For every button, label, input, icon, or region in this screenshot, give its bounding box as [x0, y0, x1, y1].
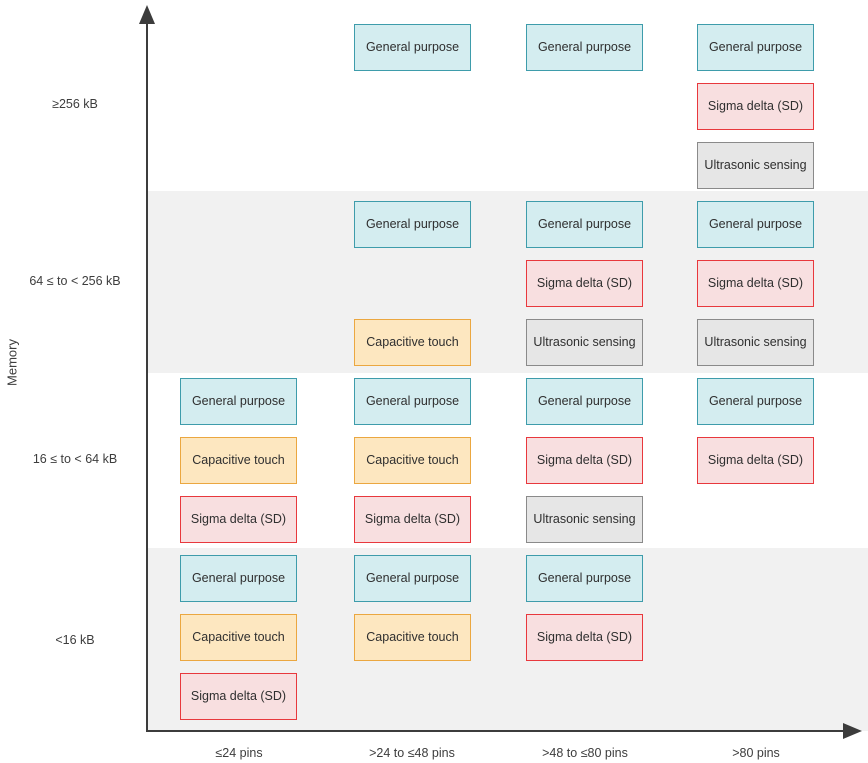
cell-box-general: General purpose — [697, 378, 814, 425]
cell-box-label: General purpose — [708, 393, 803, 408]
y-tick-label-1: 64 ≤ to < 256 kB — [29, 274, 121, 288]
cell-box-general: General purpose — [354, 24, 471, 71]
cell-box-label: General purpose — [365, 570, 460, 585]
cell-box-label: Sigma delta (SD) — [364, 511, 461, 526]
cell-box-captouch: Capacitive touch — [354, 614, 471, 661]
cell-box-general: General purpose — [526, 24, 643, 71]
cell-box-general: General purpose — [354, 201, 471, 248]
y-axis-line — [146, 22, 148, 732]
cell-box-label: General purpose — [537, 393, 632, 408]
x-tick-label-0: ≤24 pins — [215, 746, 263, 760]
cell-box-general: General purpose — [180, 378, 297, 425]
cell-box-ultra: Ultrasonic sensing — [697, 319, 814, 366]
cell-box-label: General purpose — [537, 570, 632, 585]
cell-box-label: General purpose — [365, 216, 460, 231]
cell-box-general: General purpose — [180, 555, 297, 602]
cell-box-label: General purpose — [537, 216, 632, 231]
cell-box-sigma: Sigma delta (SD) — [180, 673, 297, 720]
cell-box-ultra: Ultrasonic sensing — [697, 142, 814, 189]
cell-box-general: General purpose — [697, 201, 814, 248]
y-axis-title: Memory — [4, 339, 20, 386]
cell-box-label: Ultrasonic sensing — [533, 334, 636, 349]
cell-box-captouch: Capacitive touch — [180, 437, 297, 484]
cell-box-general: General purpose — [526, 555, 643, 602]
cell-box-sigma: Sigma delta (SD) — [180, 496, 297, 543]
cell-box-sigma: Sigma delta (SD) — [526, 614, 643, 661]
cell-box-label: Sigma delta (SD) — [536, 275, 633, 290]
cell-box-label: Sigma delta (SD) — [190, 688, 287, 703]
cell-box-sigma: Sigma delta (SD) — [354, 496, 471, 543]
cell-box-label: Capacitive touch — [192, 452, 285, 467]
cell-box-label: Ultrasonic sensing — [704, 157, 807, 172]
cell-box-captouch: Capacitive touch — [180, 614, 297, 661]
y-axis-arrow-icon — [139, 5, 155, 24]
x-axis-arrow-icon — [843, 723, 862, 739]
cell-box-general: General purpose — [526, 378, 643, 425]
cell-box-captouch: Capacitive touch — [354, 437, 471, 484]
cell-box-label: General purpose — [708, 216, 803, 231]
cell-box-label: General purpose — [365, 39, 460, 54]
cell-box-label: Capacitive touch — [366, 629, 459, 644]
cell-box-ultra: Ultrasonic sensing — [526, 496, 643, 543]
cell-box-label: General purpose — [191, 393, 286, 408]
cell-box-label: Capacitive touch — [366, 452, 459, 467]
cell-box-sigma: Sigma delta (SD) — [697, 83, 814, 130]
cell-box-label: Sigma delta (SD) — [707, 98, 804, 113]
cell-box-label: General purpose — [708, 39, 803, 54]
cell-box-sigma: Sigma delta (SD) — [697, 260, 814, 307]
cell-box-label: Sigma delta (SD) — [536, 629, 633, 644]
x-tick-label-2: >48 to ≤80 pins — [542, 746, 628, 760]
cell-box-captouch: Capacitive touch — [354, 319, 471, 366]
cell-box-label: Sigma delta (SD) — [707, 275, 804, 290]
cell-box-general: General purpose — [354, 378, 471, 425]
cell-box-sigma: Sigma delta (SD) — [526, 437, 643, 484]
y-tick-label-0: ≥256 kB — [52, 97, 98, 111]
cell-box-label: General purpose — [537, 39, 632, 54]
cell-box-label: Ultrasonic sensing — [533, 511, 636, 526]
cell-box-label: General purpose — [191, 570, 286, 585]
cell-box-label: Capacitive touch — [192, 629, 285, 644]
cell-box-label: Ultrasonic sensing — [704, 334, 807, 349]
x-tick-label-3: >80 pins — [732, 746, 780, 760]
matrix-chart: Memory ≥256 kB 64 ≤ to < 256 kB 16 ≤ to … — [0, 0, 868, 763]
y-tick-label-3: <16 kB — [55, 633, 95, 647]
y-tick-label-2: 16 ≤ to < 64 kB — [32, 452, 118, 466]
cell-box-general: General purpose — [354, 555, 471, 602]
cell-box-ultra: Ultrasonic sensing — [526, 319, 643, 366]
x-axis-line — [146, 730, 846, 732]
cell-box-label: Capacitive touch — [366, 334, 459, 349]
x-tick-label-1: >24 to ≤48 pins — [369, 746, 455, 760]
cell-box-general: General purpose — [697, 24, 814, 71]
cell-box-label: Sigma delta (SD) — [190, 511, 287, 526]
cell-box-sigma: Sigma delta (SD) — [526, 260, 643, 307]
cell-box-label: Sigma delta (SD) — [707, 452, 804, 467]
cell-box-general: General purpose — [526, 201, 643, 248]
cell-box-label: General purpose — [365, 393, 460, 408]
cell-box-label: Sigma delta (SD) — [536, 452, 633, 467]
cell-box-sigma: Sigma delta (SD) — [697, 437, 814, 484]
